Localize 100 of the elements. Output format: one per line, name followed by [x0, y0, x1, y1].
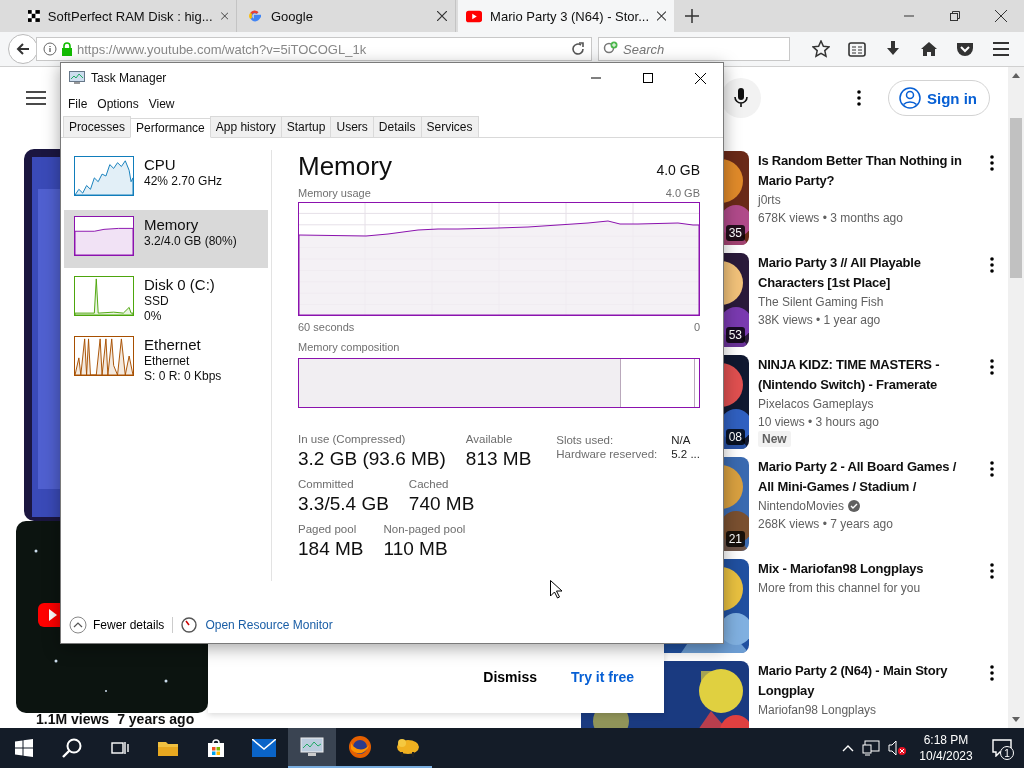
- notifications-button[interactable]: 1: [986, 728, 1018, 768]
- microphone-button[interactable]: [721, 78, 761, 118]
- scrollbar-thumb[interactable]: [1010, 118, 1022, 278]
- pocket-icon[interactable]: [956, 41, 974, 57]
- taskbar-app[interactable]: [288, 728, 336, 768]
- duration-badge: 21: [725, 531, 745, 547]
- channel-name[interactable]: Mariofan98 Longplays: [758, 701, 877, 719]
- back-button[interactable]: [8, 34, 38, 64]
- scrollbar[interactable]: [1008, 67, 1024, 728]
- channel-name[interactable]: NintendoMovies: [758, 497, 845, 515]
- more-icon[interactable]: [990, 257, 995, 273]
- graph-max: 4.0 GB: [665, 186, 700, 200]
- browser-tab[interactable]: Mario Party 3 (N64) - Stor...: [458, 0, 674, 32]
- menu-item[interactable]: Options: [92, 95, 144, 113]
- task-view-icon[interactable]: [111, 740, 129, 756]
- video-title[interactable]: Mix - Mariofan98 Longplays: [758, 559, 974, 579]
- stat-label: In use (Compressed): [298, 432, 407, 447]
- video-meta: 678K views • 3 months ago: [758, 210, 904, 227]
- network-icon[interactable]: [862, 740, 880, 756]
- clock-time[interactable]: 6:18 PM: [923, 732, 969, 748]
- more-icon[interactable]: [857, 90, 861, 106]
- maximize-icon[interactable]: [643, 73, 653, 83]
- more-icon[interactable]: [990, 461, 995, 477]
- search-input[interactable]: Search: [623, 41, 773, 57]
- address-field[interactable]: https://www.youtube.com/watch?v=5iTOCOGL_1k: [36, 37, 592, 61]
- info-icon[interactable]: [43, 42, 57, 56]
- video-meta: 10 views • 3 hours ago: [758, 414, 880, 431]
- stat-value: 3.3/5.4 GB: [298, 492, 389, 516]
- search-field[interactable]: Search: [598, 37, 790, 61]
- view-count: 1.1M views: [36, 711, 110, 727]
- mail-icon: [252, 739, 276, 757]
- channel-name[interactable]: More from this channel for you: [758, 579, 921, 597]
- composition-label: Memory composition: [298, 340, 400, 354]
- close-icon[interactable]: [995, 10, 1007, 22]
- play-icon: [466, 9, 483, 23]
- more-icon[interactable]: [990, 665, 995, 681]
- windows-icon[interactable]: [15, 739, 33, 757]
- more-icon[interactable]: [990, 359, 995, 375]
- video-meta: 268K views • 7 years ago: [758, 516, 894, 533]
- stat-value: 813 MB: [465, 447, 532, 471]
- dismiss-button[interactable]: Dismiss: [477, 663, 543, 691]
- menu-item[interactable]: View: [143, 95, 180, 113]
- info-value: N/A: [671, 434, 692, 446]
- monitor-icon: [300, 737, 324, 757]
- tab[interactable]: Startup: [280, 116, 332, 137]
- up-arrow-icon[interactable]: [1012, 73, 1020, 78]
- close-icon[interactable]: [694, 72, 706, 84]
- bag-icon: [206, 738, 226, 758]
- fewer-details-button[interactable]: Fewer details: [69, 616, 165, 634]
- channel-name[interactable]: j0rts: [758, 191, 781, 209]
- axis-label: 60 seconds: [298, 320, 355, 334]
- muted-speaker-icon[interactable]: [888, 740, 906, 756]
- tab[interactable]: Performance: [130, 118, 211, 138]
- video-title[interactable]: NINJA KIDZ: TIME MASTERS - (Nintendo Switch) - Framerate: [758, 355, 974, 395]
- axis-label: 0: [693, 320, 700, 334]
- channel-name[interactable]: The Silent Gaming Fish: [758, 293, 884, 311]
- home-icon[interactable]: [920, 41, 938, 57]
- reading-list-icon[interactable]: [848, 41, 866, 57]
- checker-icon: [28, 8, 40, 24]
- more-icon[interactable]: [990, 155, 995, 171]
- cursor-icon: [550, 580, 562, 599]
- chevron-up-icon[interactable]: [842, 744, 854, 752]
- down-arrow-icon[interactable]: [1012, 717, 1020, 722]
- tab[interactable]: Processes: [63, 116, 132, 137]
- more-icon[interactable]: [990, 563, 995, 579]
- clock-date[interactable]: 10/4/2023: [919, 748, 973, 764]
- stat-label: Available: [465, 432, 514, 447]
- menu-icon[interactable]: [992, 41, 1010, 57]
- try-free-button[interactable]: Try it free: [564, 663, 640, 691]
- tab[interactable]: Details: [372, 116, 422, 137]
- reload-icon[interactable]: [571, 42, 585, 56]
- channel-name[interactable]: Pixelacos Gameplays: [758, 395, 874, 413]
- stat-label: Non-paged pool: [383, 522, 466, 537]
- duration-badge: 08: [725, 429, 745, 445]
- menu-icon[interactable]: [26, 91, 46, 105]
- search-icon[interactable]: [62, 738, 82, 758]
- microphone-icon: [734, 88, 748, 108]
- stat-value: 740 MB: [408, 492, 475, 516]
- video-title[interactable]: Mario Party 2 (N64) - Main Story Longplay: [758, 661, 974, 701]
- stat-value: 110 MB: [383, 537, 449, 561]
- close-icon[interactable]: [437, 11, 447, 21]
- video-title[interactable]: Is Random Better Than Nothing in Mario Party?: [758, 151, 974, 191]
- stat-value: 184 MB: [298, 537, 364, 561]
- video-title[interactable]: Mario Party 3 // All Playable Characters [1st Place]: [758, 253, 974, 293]
- graph-label: Memory usage: [298, 186, 371, 200]
- user-icon: [899, 87, 921, 109]
- star-icon[interactable]: [812, 40, 830, 58]
- download-icon[interactable]: [885, 41, 901, 57]
- menu-item[interactable]: File: [63, 95, 93, 113]
- video-title[interactable]: Mario Party 2 - All Board Games / All Mini-Games / Stadium /: [758, 457, 974, 497]
- tab[interactable]: Users: [330, 116, 374, 137]
- tab[interactable]: Services: [420, 116, 479, 137]
- restore-icon[interactable]: [950, 11, 960, 21]
- tab[interactable]: App history: [209, 116, 282, 137]
- total-memory: 4.0 GB: [656, 162, 700, 178]
- resource-monitor-link[interactable]: Open Resource Monitor: [205, 618, 333, 632]
- sign-in-button[interactable]: Sign in: [888, 80, 990, 116]
- plus-icon[interactable]: [685, 9, 699, 23]
- speech-bubble-icon: [992, 739, 1012, 757]
- stat-value: 3.2 GB (93.6 MB): [298, 447, 446, 471]
